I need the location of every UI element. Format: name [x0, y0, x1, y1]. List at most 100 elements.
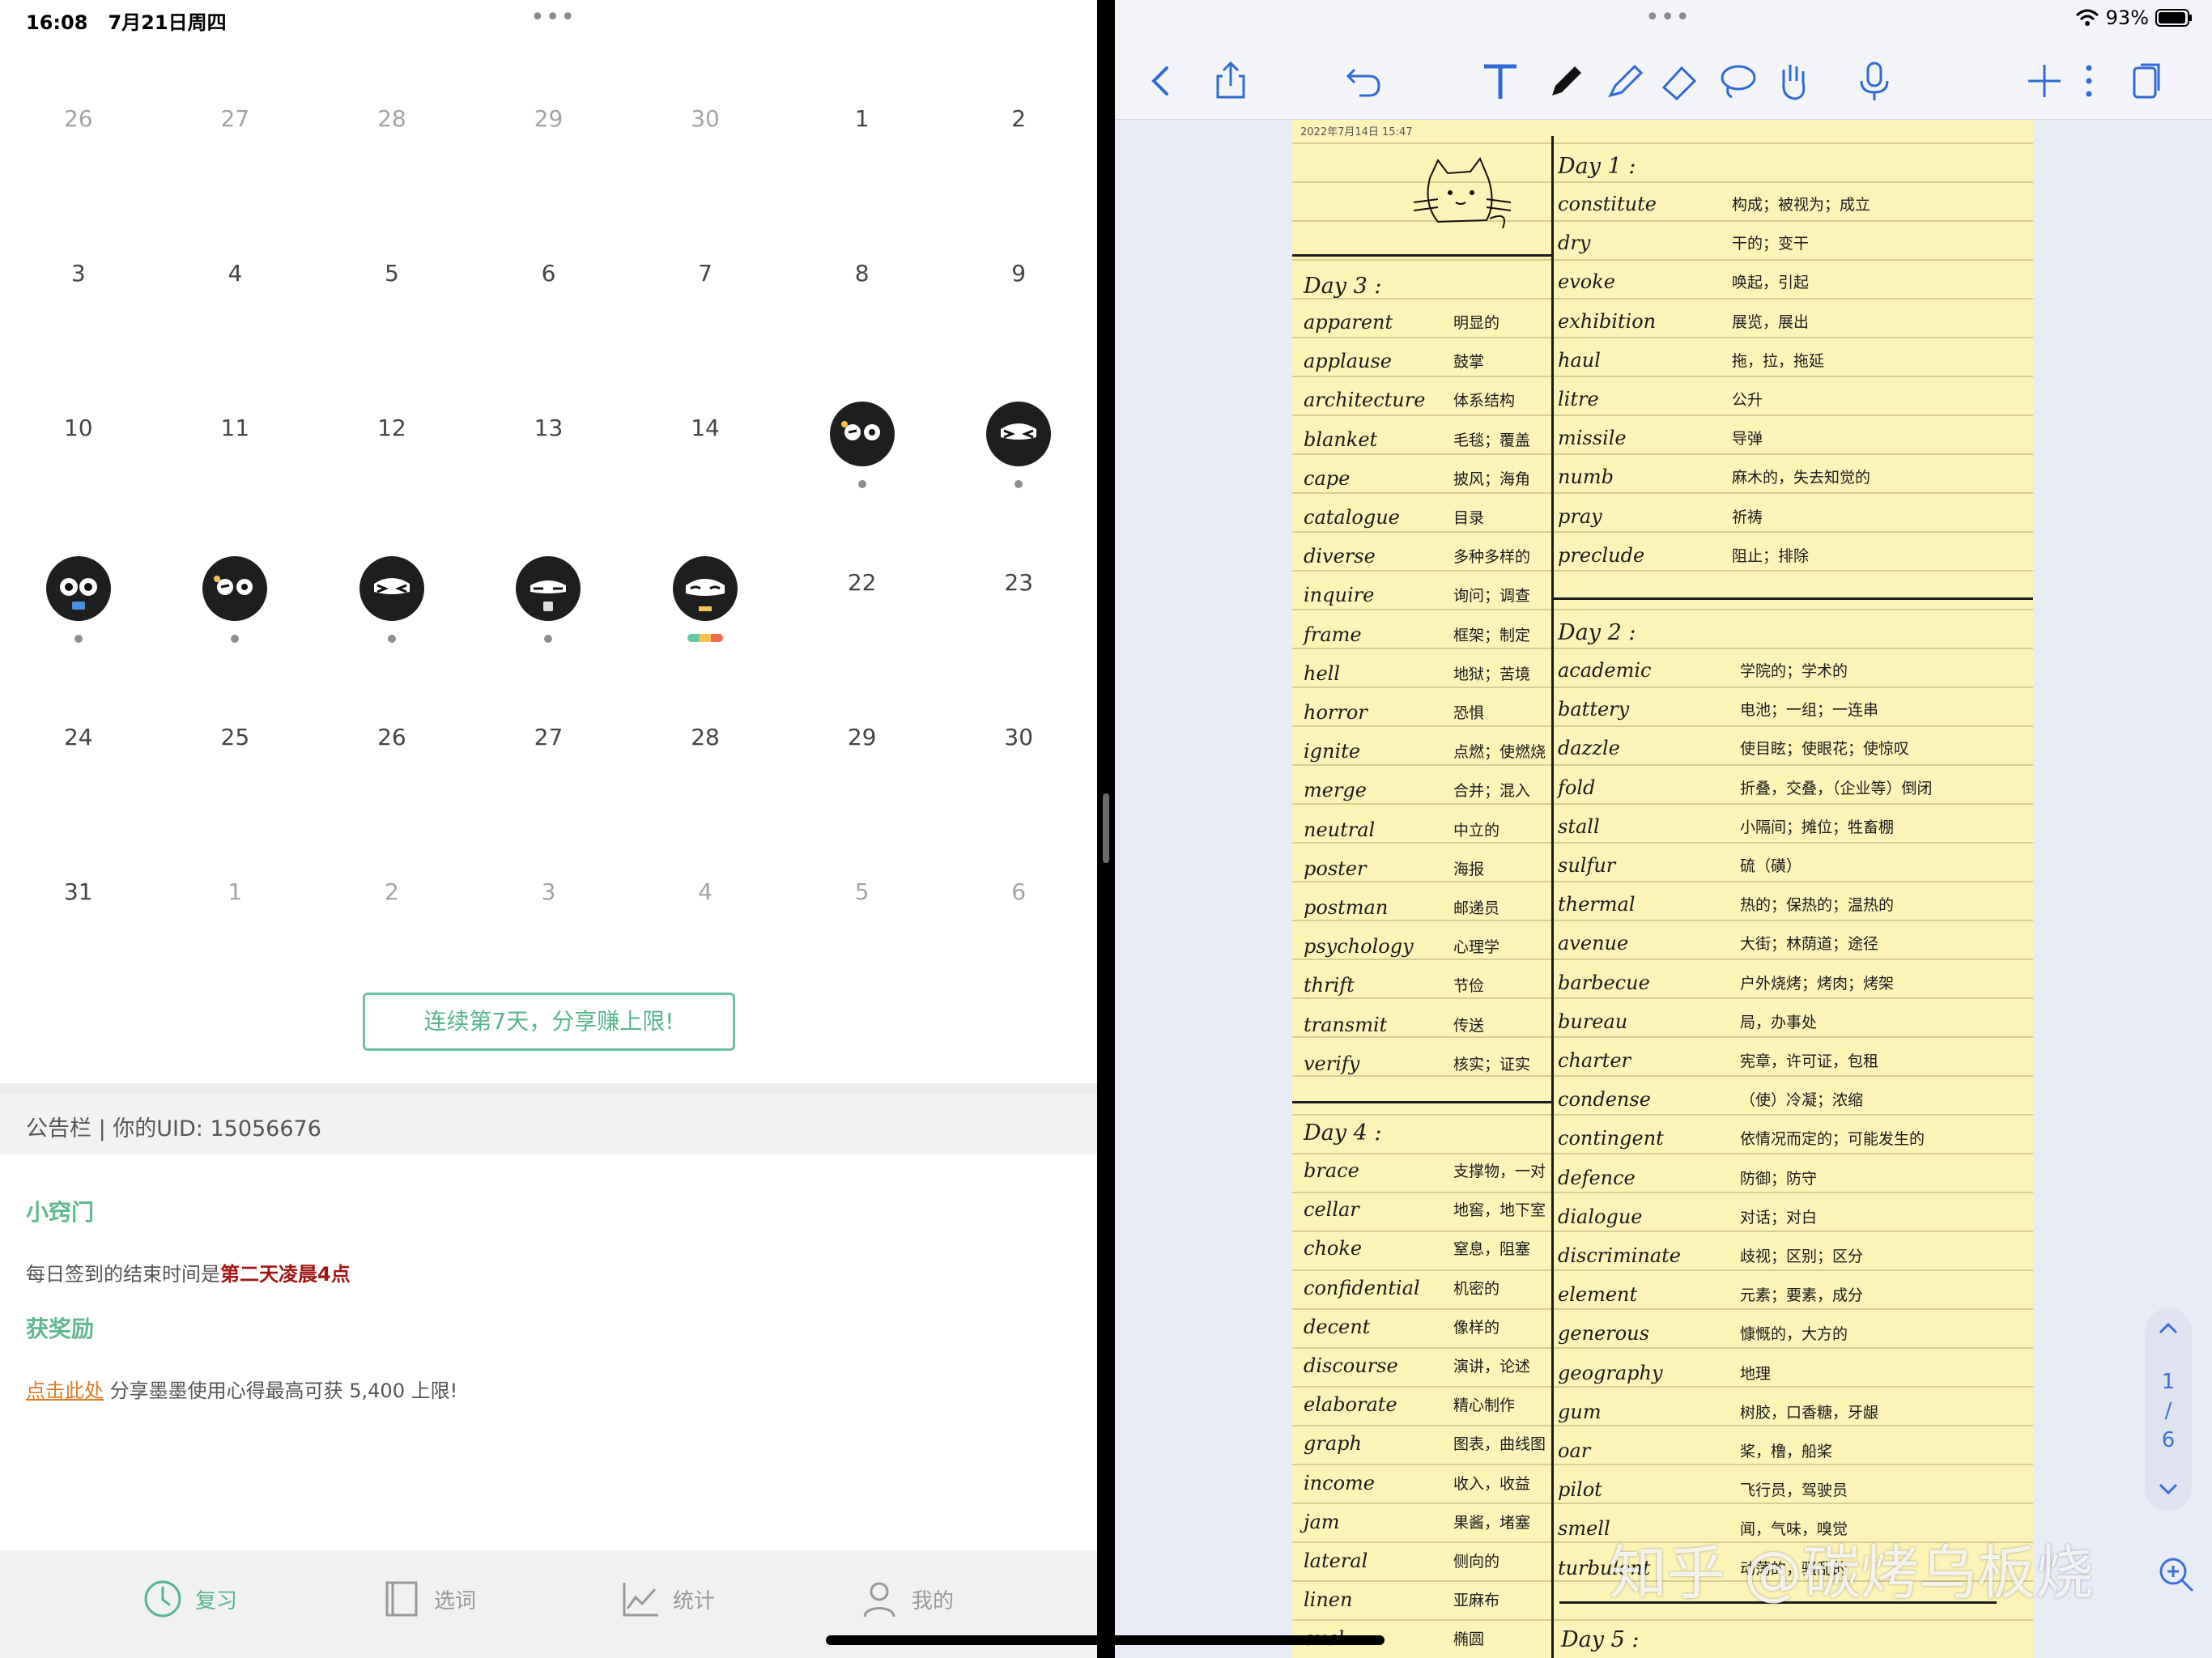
vocab-meaning: 框架；制定 — [1453, 626, 1531, 644]
note-word-row: constitute 构成；被视为；成立 — [1558, 193, 1870, 215]
pen-tool-icon[interactable] — [1544, 58, 1589, 104]
tab-stats[interactable]: 统计 — [619, 1575, 715, 1623]
calendar-day[interactable] — [470, 537, 627, 691]
calendar-day[interactable]: 26 — [0, 73, 157, 227]
highlighter-icon[interactable] — [1602, 58, 1648, 104]
more-vertical-icon[interactable] — [2066, 58, 2112, 104]
vocab-word: applause — [1304, 350, 1392, 373]
day-title-text: Day 2 : — [1558, 620, 1636, 645]
calendar-day[interactable]: 1 — [157, 846, 314, 1001]
calendar-day[interactable]: 2 — [940, 73, 1097, 227]
hand-tool-icon[interactable] — [1771, 58, 1816, 104]
calendar-day[interactable]: 25 — [157, 691, 314, 846]
vocab-word: numb — [1558, 466, 1614, 489]
page-indicator[interactable]: 1 / 6 — [2145, 1308, 2192, 1511]
calendar-day[interactable] — [0, 537, 157, 691]
calendar-day[interactable]: 29 — [470, 73, 627, 227]
day-number: 12 — [377, 414, 406, 441]
vocab-meaning: 学院的；学术的 — [1740, 662, 1848, 680]
calendar-day[interactable]: 27 — [470, 691, 627, 846]
calendar-day[interactable]: 11 — [157, 382, 314, 537]
calendar-day[interactable]: 26 — [313, 691, 470, 846]
day-number: 3 — [70, 260, 86, 287]
tab-review[interactable]: 复习 — [142, 1575, 237, 1623]
undo-icon[interactable] — [1342, 58, 1387, 104]
note-word-row: choke 窒息，阻塞 — [1304, 1237, 1530, 1260]
calendar-day[interactable]: 3 — [0, 227, 157, 382]
chart-icon — [623, 1583, 658, 1617]
calendar-day[interactable]: 13 — [470, 382, 627, 537]
calendar-day[interactable]: 9 — [940, 227, 1097, 382]
calendar-day[interactable]: 28 — [627, 691, 784, 846]
calendar-day[interactable]: 23 — [940, 537, 1097, 691]
calendar-day[interactable]: 24 — [0, 691, 157, 846]
calendar-day[interactable] — [940, 382, 1097, 537]
calendar-day[interactable]: 1 — [784, 73, 941, 227]
vocab-word: elaborate — [1304, 1393, 1397, 1417]
vocab-word: dialogue — [1558, 1205, 1643, 1228]
calendar-day[interactable]: 12 — [313, 382, 470, 537]
note-word-row: poster 海报 — [1304, 857, 1484, 880]
calendar-day[interactable]: 31 — [0, 846, 157, 1001]
chevron-up-icon[interactable] — [2157, 1320, 2180, 1336]
calendar-day[interactable]: 4 — [157, 227, 314, 382]
share-icon[interactable] — [1208, 58, 1253, 104]
multitask-dots-icon-right[interactable]: ••• — [1645, 6, 1691, 30]
back-icon[interactable] — [1139, 58, 1185, 104]
owl-checkin-icon — [45, 555, 113, 623]
split-view-handle[interactable] — [1103, 793, 1109, 863]
text-tool-icon[interactable] — [1478, 58, 1523, 104]
home-indicator[interactable] — [826, 1635, 1385, 1645]
multitask-dots-icon[interactable]: ••• — [530, 6, 576, 30]
vocab-word: jam — [1304, 1510, 1340, 1533]
lasso-icon[interactable] — [1714, 58, 1759, 104]
add-icon[interactable] — [2022, 58, 2067, 104]
watermark-text: 知乎 @碳烤乌板烧 — [1609, 1539, 2094, 1607]
calendar-day[interactable]: 6 — [940, 846, 1097, 1001]
microphone-icon[interactable] — [1852, 58, 1897, 104]
bulletin-header: 公告栏 | 你的UID: 15056676 — [0, 1083, 1097, 1154]
split-view-divider[interactable] — [1097, 0, 1115, 1658]
vocab-meaning: 干的；变干 — [1732, 235, 1810, 253]
notebook-page[interactable]: 2022年7月14日 15:47 Day 3 : apparent 明显的 appla… — [1292, 120, 2033, 1658]
owl-checkin-icon — [828, 400, 896, 468]
eraser-icon[interactable] — [1657, 58, 1703, 104]
calendar-day[interactable]: 30 — [627, 73, 784, 227]
calendar-day[interactable]: 2 — [313, 846, 470, 1001]
streak-share-button[interactable]: 连续第7天，分享赚上限! — [363, 993, 735, 1051]
calendar-day[interactable]: 5 — [313, 227, 470, 382]
calendar-day[interactable]: 22 — [784, 537, 941, 691]
calendar-day[interactable]: 4 — [627, 846, 784, 1001]
calendar-day[interactable] — [313, 537, 470, 691]
calendar-day[interactable] — [157, 537, 314, 691]
vocab-meaning: 核实；证实 — [1453, 1055, 1531, 1073]
vocab-meaning: 麻木的，失去知觉的 — [1732, 469, 1871, 487]
calendar-day[interactable]: 28 — [313, 73, 470, 227]
progress-marker — [687, 634, 724, 642]
vocab-meaning: 地窖，地下室 — [1453, 1201, 1546, 1220]
calendar-day[interactable]: 14 — [627, 382, 784, 537]
calendar-day[interactable] — [784, 382, 941, 537]
vocab-meaning: 精心制作 — [1453, 1397, 1516, 1415]
day-number: 9 — [1011, 260, 1027, 287]
calendar-day[interactable]: 6 — [470, 227, 627, 382]
calendar-day[interactable]: 10 — [0, 382, 157, 537]
calendar-day[interactable]: 29 — [784, 691, 941, 846]
tab-mine[interactable]: 我的 — [858, 1575, 954, 1623]
calendar-day[interactable]: 5 — [784, 846, 941, 1001]
note-word-row: charter 宪章，许可证，包租 — [1558, 1049, 1878, 1072]
calendar-day[interactable]: 8 — [784, 227, 941, 382]
reward-link[interactable]: 点击此处 — [26, 1380, 104, 1402]
tab-select-words[interactable]: 选词 — [381, 1575, 476, 1623]
calendar-day[interactable]: 7 — [627, 227, 784, 382]
chevron-down-icon[interactable] — [2157, 1482, 2180, 1498]
calendar-day[interactable]: 27 — [157, 73, 314, 227]
calendar-day[interactable]: 30 — [940, 691, 1097, 846]
zoom-in-icon[interactable] — [2156, 1554, 2197, 1595]
note-word-row: haul 拖，拉，拖延 — [1558, 349, 1824, 372]
notes-toolbar: ••• 93% — [1115, 0, 2212, 120]
calendar-day[interactable]: 3 — [470, 846, 627, 1001]
pages-icon[interactable] — [2123, 58, 2168, 104]
calendar-day[interactable] — [627, 537, 784, 691]
vocab-word: discriminate — [1558, 1244, 1681, 1267]
